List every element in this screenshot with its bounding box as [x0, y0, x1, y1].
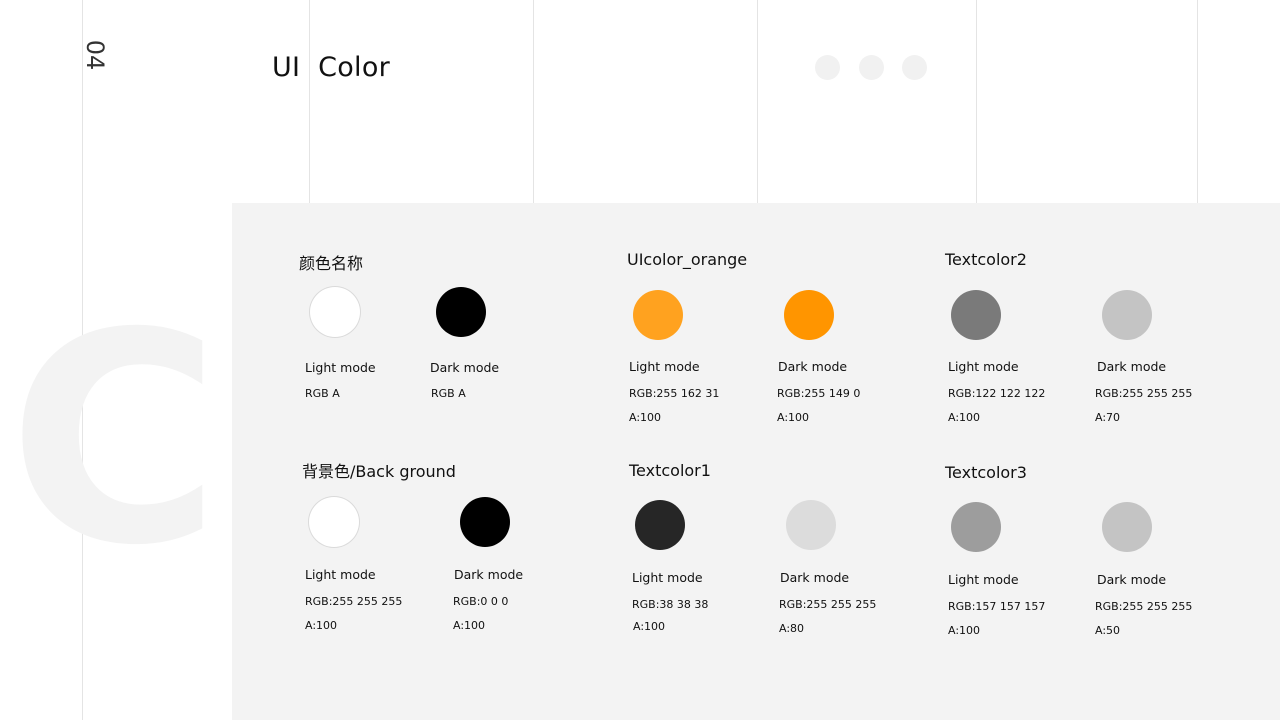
mode-label: Light mode: [948, 359, 1019, 374]
rgb-value: RGB:255 255 255: [779, 598, 877, 611]
group-title-background: 背景色/Back ground: [302, 462, 456, 481]
rgb-value: RGB A: [305, 387, 340, 400]
swatch-dark: [460, 497, 510, 547]
alpha-value: A:80: [779, 622, 805, 635]
guide-line: [976, 0, 977, 203]
alpha-value: A:100: [633, 620, 666, 633]
mode-label: Dark mode: [1097, 359, 1167, 374]
page-number: 04: [81, 39, 109, 71]
alpha-value: A:50: [1095, 624, 1121, 637]
rgb-value: RGB:157 157 157: [948, 600, 1046, 613]
guide-line: [309, 0, 310, 203]
rgb-value: RGB:122 122 122: [948, 387, 1046, 400]
mode-label: Dark mode: [430, 360, 500, 375]
slide: C 04 UI Color 颜色名称 Light mode RGB A Dark…: [0, 0, 1280, 720]
rgb-value: RGB:255 149 0: [777, 387, 861, 400]
swatch-dark: [786, 500, 836, 550]
rgb-value: RGB:0 0 0: [453, 595, 509, 608]
mode-label: Dark mode: [1097, 572, 1167, 587]
swatch-dark: [1102, 502, 1152, 552]
group-title-color-name: 颜色名称: [299, 254, 364, 273]
rgb-value: RGB:255 255 255: [305, 595, 403, 608]
page-title: UI Color: [272, 52, 391, 83]
swatch-dark: [784, 290, 834, 340]
decor-dot: [902, 55, 927, 80]
rgb-value: RGB:255 255 255: [1095, 600, 1193, 613]
alpha-value: A:100: [305, 619, 338, 632]
swatch-light: [309, 497, 359, 547]
group-title-textcolor1: Textcolor1: [629, 461, 711, 480]
decor-dot: [859, 55, 884, 80]
swatch-light: [635, 500, 685, 550]
alpha-value: A:100: [453, 619, 486, 632]
guide-line: [757, 0, 758, 203]
swatch-dark: [436, 287, 486, 337]
watermark-letter: C: [8, 272, 221, 609]
guide-line: [533, 0, 534, 203]
mode-label: Light mode: [948, 572, 1019, 587]
swatch-light: [951, 290, 1001, 340]
group-title-textcolor3: Textcolor3: [945, 463, 1027, 482]
mode-label: Dark mode: [454, 567, 524, 582]
swatch-dark: [1102, 290, 1152, 340]
alpha-value: A:100: [948, 411, 981, 424]
swatch-light: [633, 290, 683, 340]
group-title-uicolor-orange: UIcolor_orange: [627, 250, 748, 269]
mode-label: Light mode: [632, 570, 703, 585]
group-title-textcolor2: Textcolor2: [945, 250, 1027, 269]
alpha-value: A:100: [629, 411, 662, 424]
decor-dot: [815, 55, 840, 80]
alpha-value: A:100: [948, 624, 981, 637]
rgb-value: RGB:255 162 31: [629, 387, 720, 400]
rgb-value: RGB:38 38 38: [632, 598, 709, 611]
swatch-light: [310, 287, 360, 337]
rgb-value: RGB:255 255 255: [1095, 387, 1193, 400]
guide-line: [1197, 0, 1198, 203]
alpha-value: A:100: [777, 411, 810, 424]
alpha-value: A:70: [1095, 411, 1121, 424]
mode-label: Light mode: [305, 360, 376, 375]
mode-label: Light mode: [305, 567, 376, 582]
mode-label: Dark mode: [780, 570, 850, 585]
mode-label: Light mode: [629, 359, 700, 374]
rgb-value: RGB A: [431, 387, 466, 400]
swatch-light: [951, 502, 1001, 552]
mode-label: Dark mode: [778, 359, 848, 374]
